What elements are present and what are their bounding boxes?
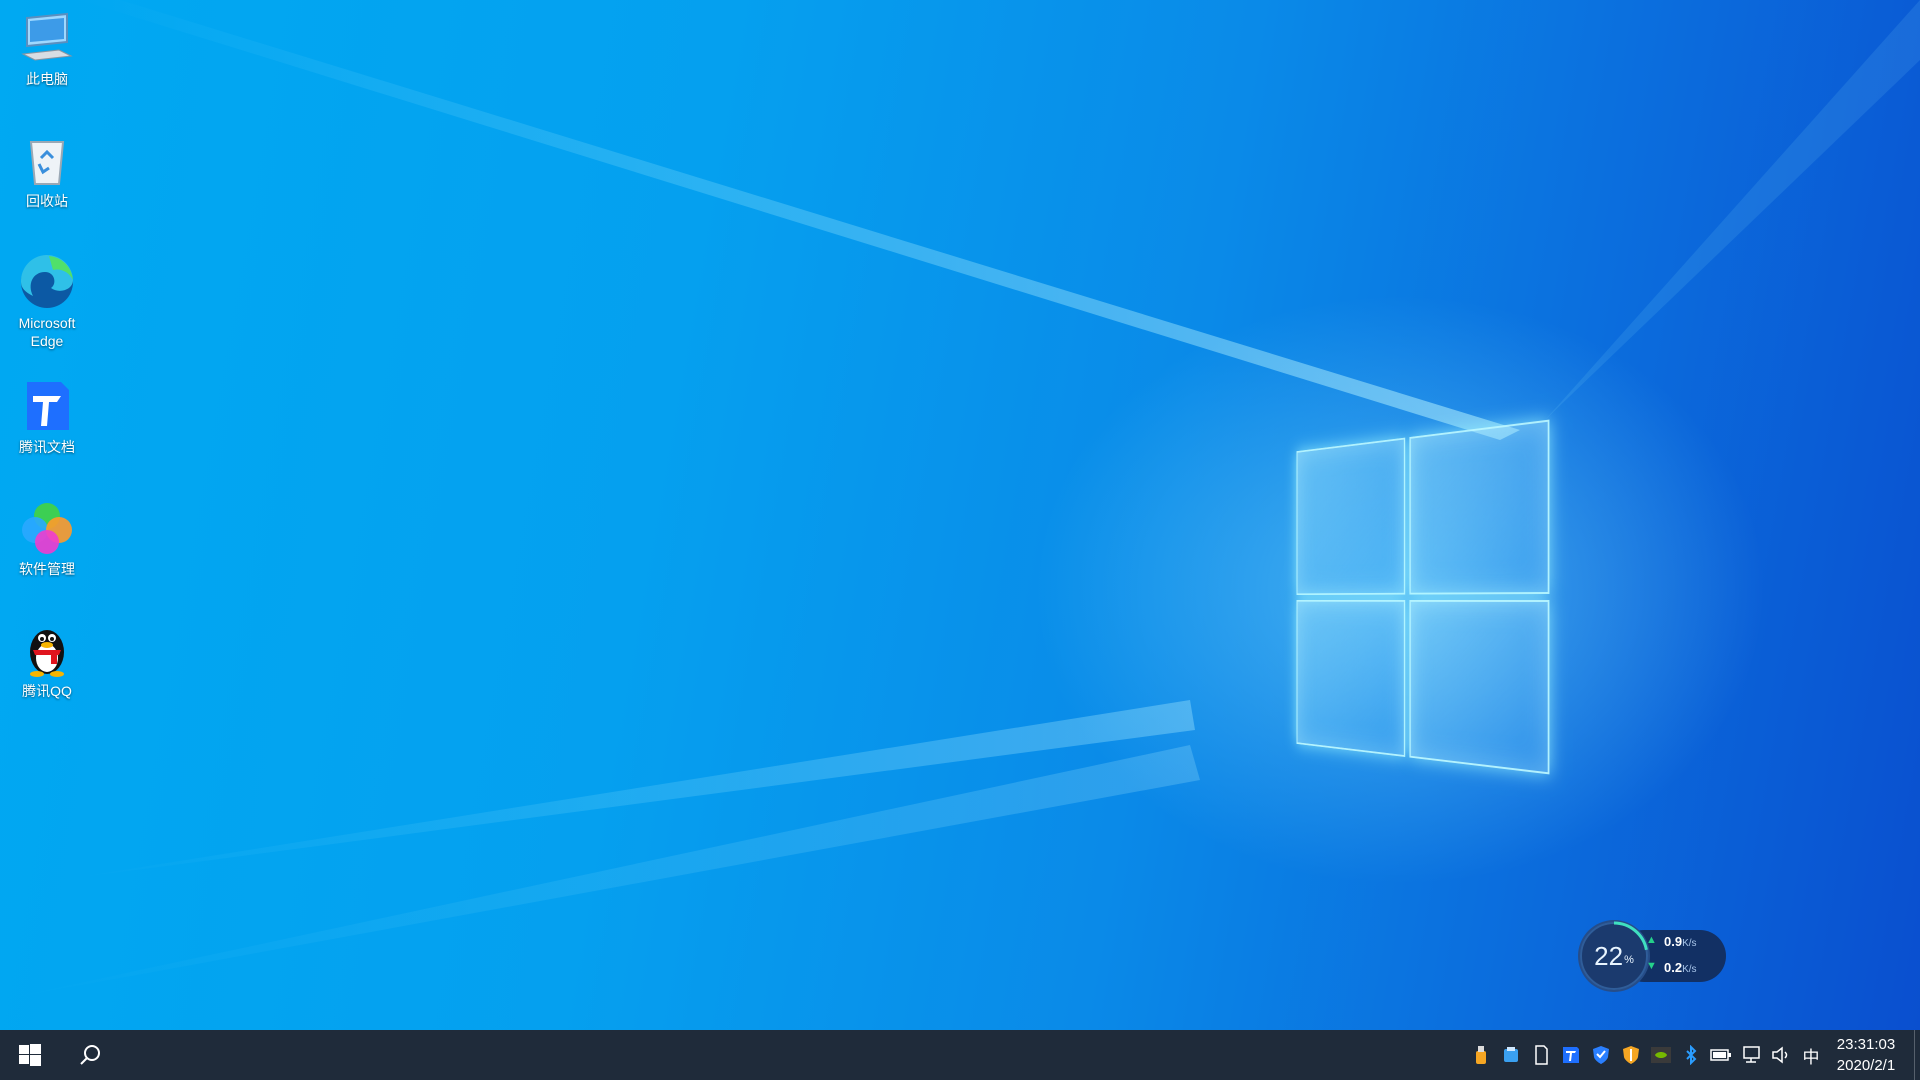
battery-icon <box>1710 1049 1731 1061</box>
upload-arrow-icon: ▲ <box>1646 934 1657 946</box>
qq-penguin-icon <box>30 630 64 677</box>
tencent-docs-icon <box>27 382 69 430</box>
desktop-icon-edge[interactable]: Microsoft Edge <box>2 254 92 350</box>
tray-bluetooth[interactable] <box>1676 1030 1706 1080</box>
search-icon <box>80 1045 100 1065</box>
start-button[interactable] <box>0 1030 60 1080</box>
nvidia-icon <box>1651 1047 1671 1063</box>
light-beams <box>0 0 1920 1000</box>
usage-arc <box>1580 921 1648 990</box>
tray-nvidia[interactable] <box>1646 1030 1676 1080</box>
software-manager-icon <box>22 503 72 554</box>
download-rate: ▼ 0.2K/s <box>1646 960 1697 975</box>
edge-icon <box>20 254 74 308</box>
sd-card-icon <box>1535 1045 1548 1065</box>
tray-battery[interactable] <box>1706 1030 1736 1080</box>
volume-icon <box>1772 1046 1788 1064</box>
taskbar: 中 23:31:03 2020/2/1 <box>0 1030 1920 1080</box>
tray-app[interactable] <box>1496 1030 1526 1080</box>
desktop-icon-recycle-bin[interactable]: 回收站 <box>2 132 92 210</box>
network-icon <box>1743 1046 1760 1063</box>
security-shield-icon <box>1623 1046 1639 1064</box>
search-button[interactable] <box>60 1030 120 1080</box>
windows-logo <box>1296 419 1550 780</box>
show-desktop-button[interactable] <box>1914 1030 1920 1080</box>
usb-drive-icon <box>1476 1046 1486 1064</box>
tray-sd-card[interactable] <box>1526 1030 1556 1080</box>
upload-rate: ▲ 0.9K/s <box>1646 934 1697 949</box>
desktop: 此电脑 回收站 Microsoft Edge 腾讯文档 软件管理 腾讯QQ 22… <box>0 0 1920 1030</box>
system-tray: 中 <box>1466 1030 1826 1080</box>
desktop-icon-software-manager[interactable]: 软件管理 <box>2 500 92 578</box>
clock-date: 2020/2/1 <box>1836 1057 1896 1074</box>
tray-shield[interactable] <box>1586 1030 1616 1080</box>
tray-usb-drive[interactable] <box>1466 1030 1496 1080</box>
desktop-icon-this-pc[interactable]: 此电脑 <box>2 10 92 88</box>
tray-security[interactable] <box>1616 1030 1646 1080</box>
shield-icon <box>1593 1046 1609 1064</box>
usage-gauge: 22% <box>1578 920 1650 992</box>
tray-app-icon <box>1504 1047 1518 1062</box>
taskbar-clock[interactable]: 23:31:03 2020/2/1 <box>1818 1034 1914 1076</box>
desktop-icon-qq[interactable]: 腾讯QQ <box>2 622 92 700</box>
network-speed-widget[interactable]: 22% ▲ 0.9K/s ▼ 0.2K/s <box>1578 920 1728 992</box>
desktop-icon-tencent-docs[interactable]: 腾讯文档 <box>2 378 92 456</box>
windows-start-icon <box>19 1044 41 1066</box>
clock-time: 23:31:03 <box>1836 1036 1896 1053</box>
tray-network[interactable] <box>1736 1030 1766 1080</box>
computer-icon <box>21 12 73 61</box>
tencent-docs-icon <box>1563 1047 1579 1063</box>
recycle-bin-icon <box>29 141 65 185</box>
tray-tencent-docs[interactable] <box>1556 1030 1586 1080</box>
tray-volume[interactable] <box>1766 1030 1796 1080</box>
download-arrow-icon: ▼ <box>1646 960 1657 972</box>
bluetooth-icon <box>1686 1045 1697 1065</box>
